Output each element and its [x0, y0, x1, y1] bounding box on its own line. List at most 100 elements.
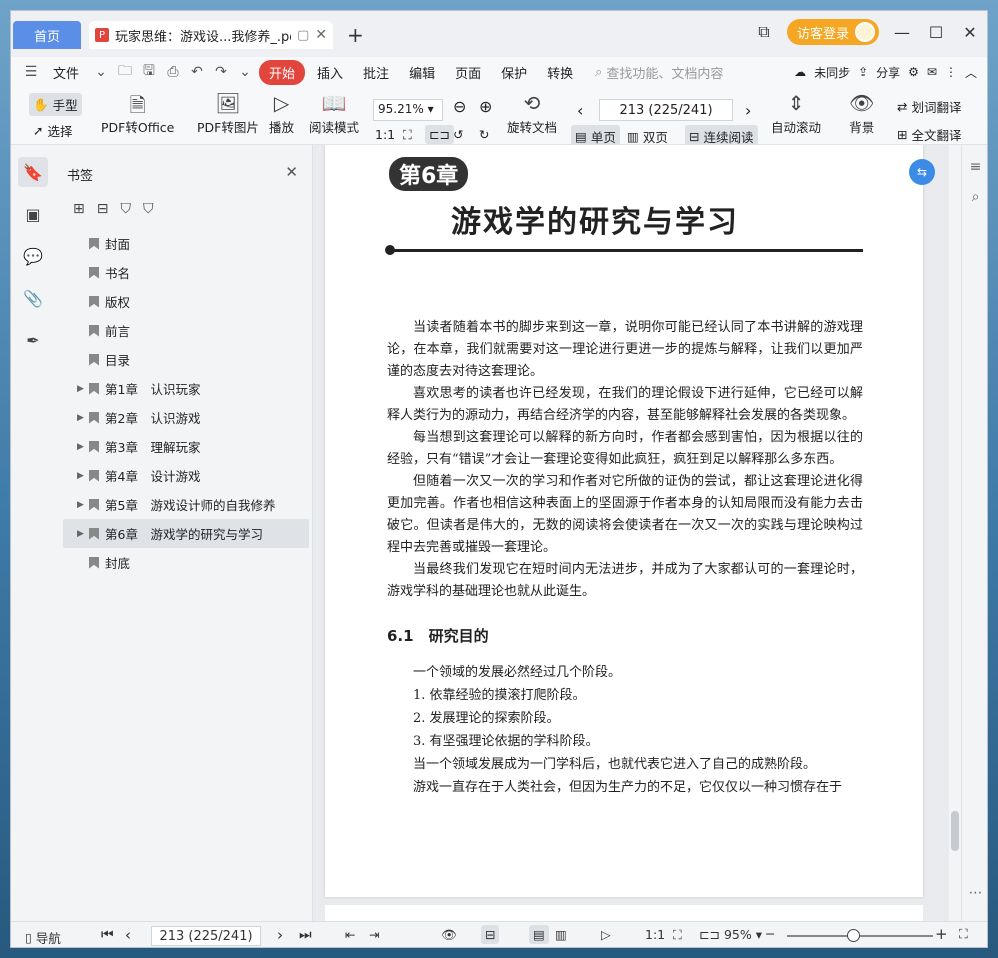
- prev-page-icon[interactable]: ‹: [577, 101, 583, 120]
- navigation-button[interactable]: ▯ 导航: [25, 928, 61, 947]
- zoom-in-icon[interactable]: ⊕: [479, 97, 492, 116]
- maximize-icon[interactable]: ☐: [925, 23, 947, 42]
- undo-icon[interactable]: ↶: [187, 64, 207, 80]
- sync-status[interactable]: 未同步: [814, 64, 850, 81]
- play-button[interactable]: ▷ 播放: [269, 91, 294, 136]
- rotate-right-icon[interactable]: ↻: [479, 127, 489, 142]
- zoom-slider[interactable]: [787, 935, 933, 937]
- bookmark-panel-icon[interactable]: 🔖: [18, 157, 48, 187]
- forward-icon[interactable]: ⇥: [369, 927, 379, 942]
- bookmark-item[interactable]: ▶ 第2章 认识游戏: [63, 403, 309, 432]
- read-mode-button[interactable]: 📖 阅读模式: [309, 91, 359, 136]
- bookmark-item[interactable]: ▶ 第3章 理解玩家: [63, 432, 309, 461]
- prev-page-status-icon[interactable]: ‹: [125, 926, 131, 944]
- page-number-input[interactable]: 213 (225/241): [599, 99, 733, 121]
- open-folder-icon[interactable]: 🗀: [115, 60, 135, 84]
- hand-tool-button[interactable]: ✋ 手型: [29, 93, 82, 116]
- document-view[interactable]: 第6章 游戏学的研究与学习 当读者随着本书的脚步来到这一章，说明你可能已经认同了…: [313, 145, 949, 921]
- zoom-in-status-icon[interactable]: +: [935, 925, 948, 943]
- share-button[interactable]: 分享: [876, 64, 900, 81]
- tab-document[interactable]: P 玩家思维：游戏设...我修养_.pdf ▢ ✕: [89, 21, 333, 49]
- add-bookmark-icon[interactable]: ⊞: [73, 201, 85, 217]
- fullscreen-icon[interactable]: ⛶: [959, 926, 968, 942]
- bookmark-remove-icon[interactable]: ⛉: [143, 201, 154, 217]
- zoom-status-select[interactable]: ⊏⊐ 95% ▾: [699, 927, 762, 942]
- attachment-panel-icon[interactable]: 📎: [18, 283, 48, 313]
- redo-icon[interactable]: ↷: [211, 64, 231, 80]
- hamburger-icon[interactable]: ☰: [21, 64, 41, 80]
- minimize-icon[interactable]: —: [891, 23, 913, 42]
- actual-size-status-icon[interactable]: 1:1: [645, 927, 665, 942]
- last-page-icon[interactable]: ⏭: [299, 927, 312, 943]
- scrollbar-thumb[interactable]: [951, 811, 959, 851]
- expand-arrow-icon[interactable]: ▶: [77, 384, 89, 394]
- double-page-status-icon[interactable]: ▥: [555, 927, 567, 942]
- close-window-icon[interactable]: ✕: [959, 23, 981, 42]
- close-tab-icon[interactable]: ✕: [315, 27, 327, 43]
- settings-icon[interactable]: ⚙: [908, 65, 919, 79]
- chevron-down-icon[interactable]: ⌄: [91, 64, 111, 80]
- bookmark-item[interactable]: ▶ 第5章 游戏设计师的自我修养: [63, 490, 309, 519]
- print-icon[interactable]: ⎙: [163, 64, 183, 80]
- menu-start[interactable]: 开始: [259, 59, 306, 85]
- search-doc-icon[interactable]: ⌕: [962, 189, 987, 205]
- full-translate-button[interactable]: ⊞ 全文翻译: [897, 125, 962, 144]
- message-icon[interactable]: ✉: [927, 65, 937, 79]
- status-page-input[interactable]: 213 (225/241): [151, 926, 261, 946]
- next-page-status-icon[interactable]: ›: [277, 926, 283, 944]
- bookmark-add-icon[interactable]: ⛉: [120, 201, 131, 217]
- menu-page[interactable]: 页面: [447, 59, 489, 86]
- select-tool-button[interactable]: ➚ 选择: [33, 121, 73, 140]
- bookmark-item[interactable]: ▶ 第1章 认识玩家: [63, 374, 309, 403]
- more-icon[interactable]: ⋮: [945, 65, 957, 79]
- expand-arrow-icon[interactable]: ▶: [77, 500, 89, 510]
- guest-login-button[interactable]: 访客登录: [786, 19, 879, 45]
- rotate-left-icon[interactable]: ↺: [453, 127, 463, 142]
- floating-translate-icon[interactable]: ⇆: [909, 159, 935, 185]
- menu-insert[interactable]: 插入: [309, 59, 351, 86]
- pdf-to-office-button[interactable]: 🗎 PDF转Office: [101, 91, 174, 136]
- bookmark-item[interactable]: ▶ 第6章 游戏学的研究与学习: [63, 519, 309, 548]
- expand-arrow-icon[interactable]: ▶: [77, 442, 89, 452]
- rotate-document-button[interactable]: ⟲ 旋转文档: [507, 91, 557, 136]
- single-page-status-icon[interactable]: ▤: [529, 925, 549, 944]
- menu-edit[interactable]: 编辑: [401, 59, 443, 86]
- add-sub-bookmark-icon[interactable]: ⊟: [97, 201, 109, 217]
- expand-arrow-icon[interactable]: ▶: [77, 413, 89, 423]
- thumbnail-panel-icon[interactable]: ▣: [18, 199, 48, 229]
- collapse-ribbon-icon[interactable]: ︿: [965, 64, 977, 81]
- search-input[interactable]: ⌕ 查找功能、文档内容: [585, 63, 745, 82]
- double-page-button[interactable]: ▥ 双页: [627, 127, 668, 146]
- continuous-status-icon[interactable]: ⊟: [481, 925, 500, 944]
- bookmark-item[interactable]: 封底: [63, 548, 309, 577]
- bookmark-item[interactable]: 版权: [63, 287, 309, 316]
- menu-convert[interactable]: 转换: [539, 59, 581, 86]
- properties-icon[interactable]: ≡: [962, 159, 987, 175]
- zoom-out-icon[interactable]: ⊖: [453, 97, 466, 116]
- menu-annotate[interactable]: 批注: [355, 59, 397, 86]
- comment-panel-icon[interactable]: 💬: [18, 241, 48, 271]
- actual-size-icon[interactable]: 1:1: [375, 127, 395, 142]
- bookmark-item[interactable]: 前言: [63, 316, 309, 345]
- save-icon[interactable]: 🖫: [139, 60, 159, 84]
- background-button[interactable]: 👁 背景: [849, 91, 874, 136]
- first-page-icon[interactable]: ⏮: [101, 927, 114, 943]
- vertical-scrollbar[interactable]: [949, 145, 961, 921]
- signature-panel-icon[interactable]: ✒: [18, 325, 48, 355]
- expand-arrow-icon[interactable]: ▶: [77, 471, 89, 481]
- zoom-out-status-icon[interactable]: −: [765, 926, 775, 941]
- zoom-slider-knob[interactable]: [846, 929, 860, 942]
- fit-page-status-icon[interactable]: ⛶: [673, 927, 682, 943]
- word-translate-button[interactable]: ⇄ 划词翻译: [897, 97, 962, 116]
- tab-home[interactable]: 首页: [13, 21, 81, 49]
- play-status-icon[interactable]: ▷: [601, 927, 611, 942]
- bookmark-item[interactable]: 封面: [63, 229, 309, 258]
- back-icon[interactable]: ⇤: [345, 927, 355, 942]
- menu-protect[interactable]: 保护: [493, 59, 535, 86]
- fit-width-icon[interactable]: ⊏⊐: [425, 125, 454, 144]
- menu-file[interactable]: 文件: [45, 59, 87, 86]
- eye-protect-icon[interactable]: 👁: [441, 927, 457, 943]
- next-page-icon[interactable]: ›: [745, 101, 751, 120]
- fit-page-icon[interactable]: ⛶: [403, 127, 412, 143]
- more-options-icon[interactable]: ⋯: [962, 885, 987, 901]
